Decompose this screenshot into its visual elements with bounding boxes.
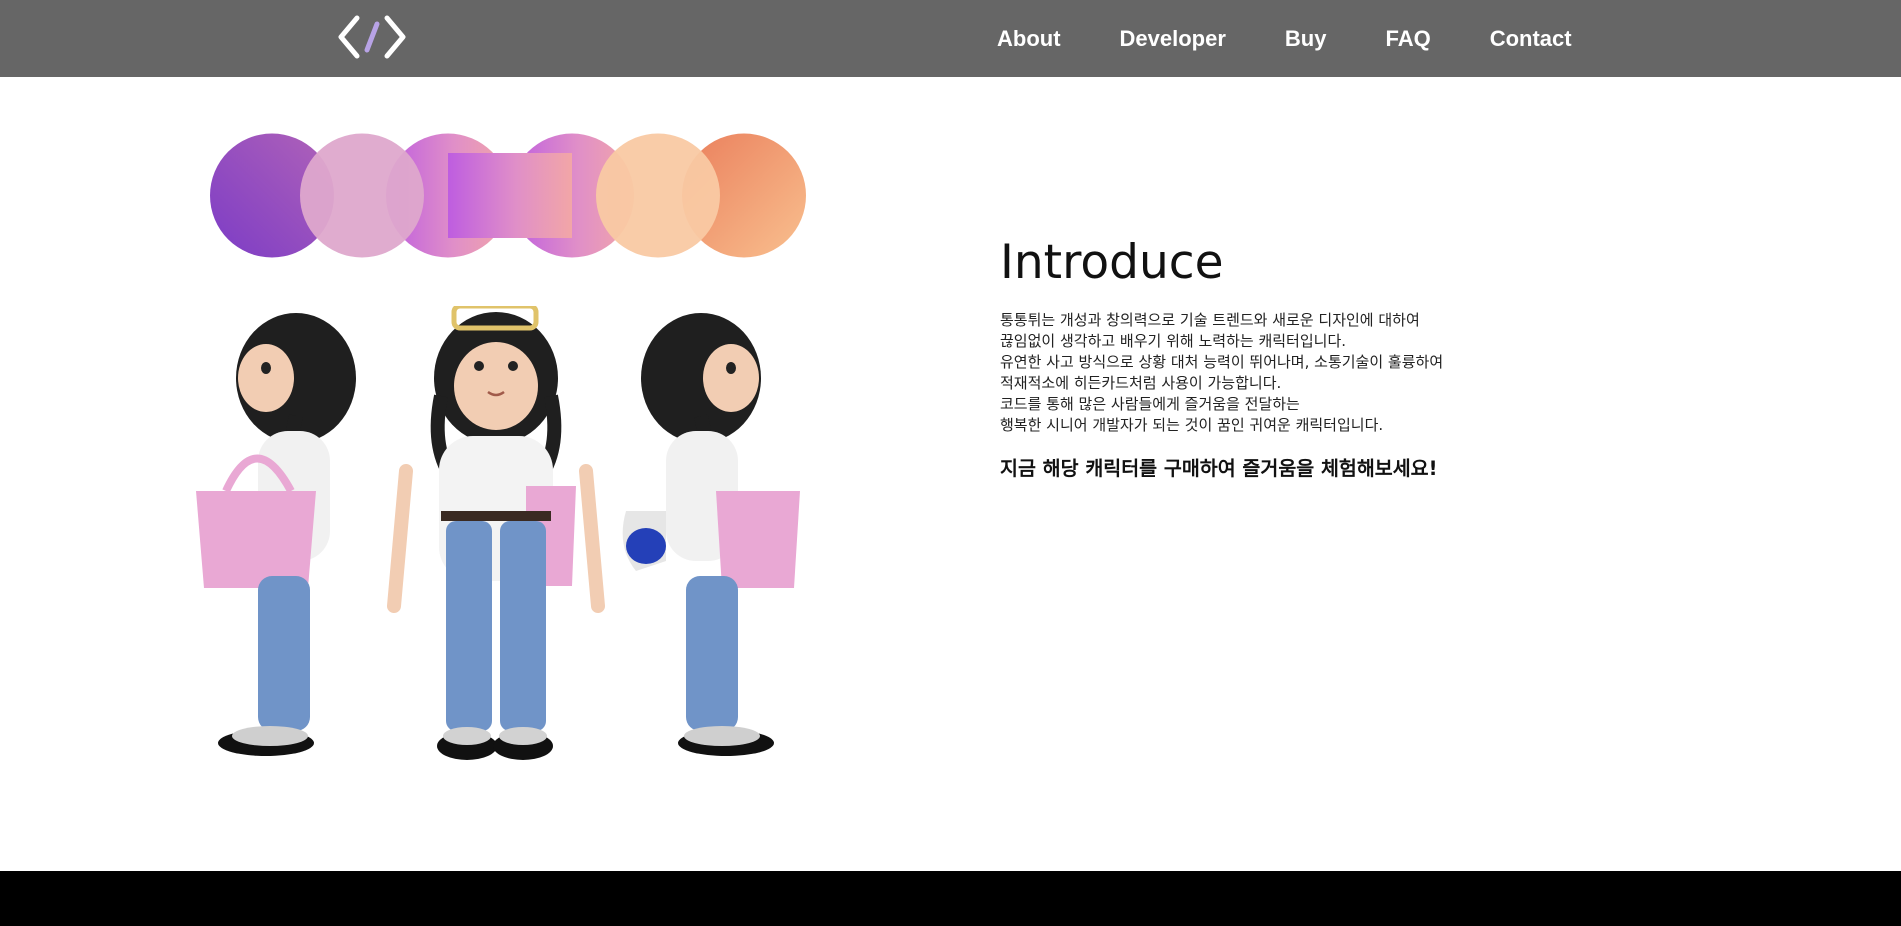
code-brackets-icon[interactable] (337, 14, 407, 60)
intro-line: 유연한 사고 방식으로 상황 대처 능력이 뛰어나며, 소통기술이 훌륭하여 (1000, 353, 1444, 371)
nav-about[interactable]: About (997, 26, 1061, 52)
nav-buy[interactable]: Buy (1285, 26, 1327, 52)
gradient-circles-decoration (210, 133, 806, 258)
nav-faq[interactable]: FAQ (1385, 26, 1430, 52)
circle-peach (596, 133, 720, 258)
character-front-view (387, 306, 605, 760)
nav-contact[interactable]: Contact (1490, 26, 1572, 52)
character-side-view-left (196, 313, 356, 756)
nav-developer[interactable]: Developer (1120, 26, 1226, 52)
intro-line: 통통튀는 개성과 창의력으로 기술 트렌드와 새로운 디자인에 대하여 (1000, 311, 1420, 329)
intro-line: 행복한 시니어 개발자가 되는 것이 꿈인 귀여운 캐릭터입니다. (1000, 416, 1384, 434)
intro-line: 적재적소에 히든카드처럼 사용이 가능합니다. (1000, 374, 1282, 392)
intro-line: 코드를 통해 많은 사람들에게 즐거움을 전달하는 (1000, 395, 1300, 413)
character-turnaround-image (196, 306, 800, 760)
main-nav: About Developer Buy FAQ Contact (997, 0, 1572, 77)
character-side-view-right (622, 313, 800, 756)
intro-description: 통통튀는 개성과 창의력으로 기술 트렌드와 새로운 디자인에 대하여 끊임없이… (1000, 310, 1560, 436)
footer (0, 871, 1901, 926)
top-header: About Developer Buy FAQ Contact (0, 0, 1901, 77)
purchase-cta-text: 지금 해당 캐릭터를 구매하여 즐거움을 체험해보세요! (1000, 457, 1438, 480)
intro-line: 끊임없이 생각하고 배우기 위해 노력하는 캐릭터입니다. (1000, 332, 1347, 350)
circle-pink (300, 133, 424, 258)
intro-title: Introduce (1000, 235, 1224, 290)
